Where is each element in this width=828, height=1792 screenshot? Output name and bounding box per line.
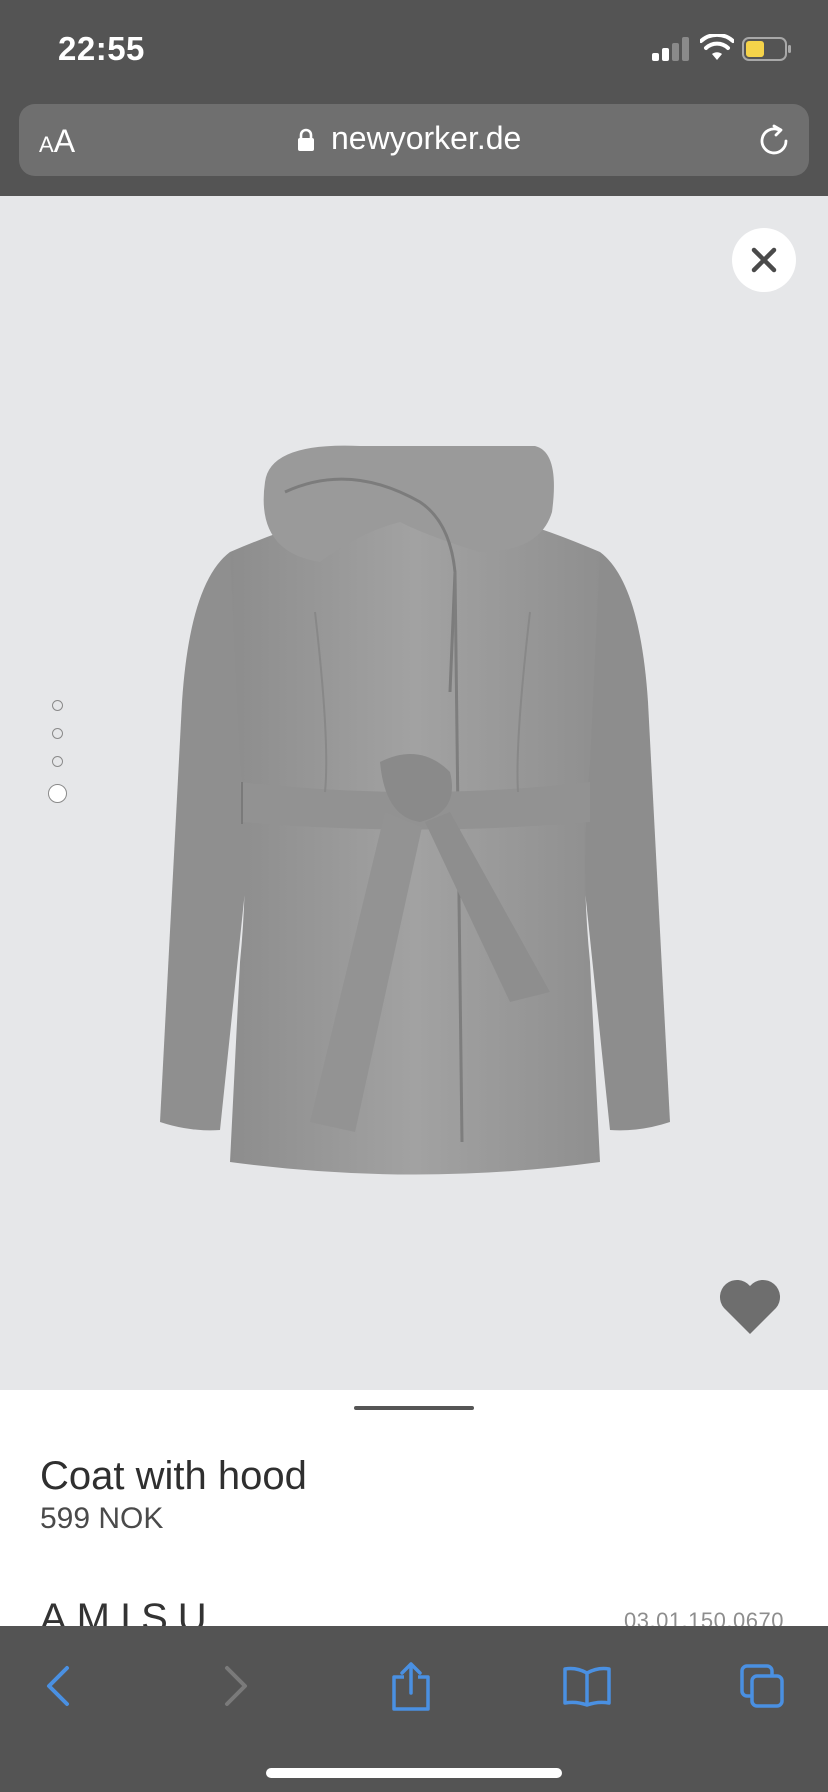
text-size-button[interactable]: AA xyxy=(39,123,75,160)
sheet-drag-handle[interactable] xyxy=(354,1406,474,1410)
close-icon xyxy=(751,247,777,273)
url-domain[interactable]: newyorker.de xyxy=(331,120,521,157)
product-article-number: 03.01.150.0670 xyxy=(624,1608,784,1626)
back-icon xyxy=(47,1666,69,1706)
product-price: 599 NOK xyxy=(40,1502,164,1535)
status-bar: 22:55 xyxy=(0,0,828,100)
product-info-sheet[interactable]: Coat with hood 599 NOK AMISU 03.01.150.0… xyxy=(0,1390,828,1626)
pagination-dot[interactable] xyxy=(52,728,63,739)
heart-icon[interactable] xyxy=(718,1278,782,1336)
product-image-coat xyxy=(160,445,670,1175)
status-time: 22:55 xyxy=(58,30,145,67)
tabs-button[interactable] xyxy=(732,1656,792,1716)
reload-icon[interactable] xyxy=(757,124,791,158)
pagination-dot[interactable] xyxy=(52,756,63,767)
forward-button[interactable] xyxy=(206,1656,266,1716)
pagination-dot-active[interactable] xyxy=(48,784,67,803)
battery-icon xyxy=(742,37,791,61)
product-title: Coat with hood xyxy=(40,1454,307,1498)
product-image-gallery[interactable] xyxy=(0,196,828,1390)
url-bar[interactable]: AA newyorker.de xyxy=(19,104,809,176)
bookmarks-icon xyxy=(563,1666,611,1707)
pagination-dot[interactable] xyxy=(52,700,63,711)
bookmarks-button[interactable] xyxy=(557,1656,617,1716)
signal-icon xyxy=(652,37,690,61)
tabs-icon xyxy=(740,1664,784,1708)
image-pagination xyxy=(46,700,70,810)
lock-icon xyxy=(298,128,314,151)
browser-address-area: AA newyorker.de xyxy=(0,100,828,196)
back-button[interactable] xyxy=(28,1656,88,1716)
home-indicator[interactable] xyxy=(266,1768,562,1778)
browser-toolbar xyxy=(0,1626,828,1792)
close-button[interactable] xyxy=(732,228,796,292)
forward-icon xyxy=(225,1666,247,1706)
wifi-icon xyxy=(700,34,734,60)
product-brand: AMISU xyxy=(40,1596,217,1626)
share-icon xyxy=(392,1662,430,1711)
share-button[interactable] xyxy=(381,1656,441,1716)
